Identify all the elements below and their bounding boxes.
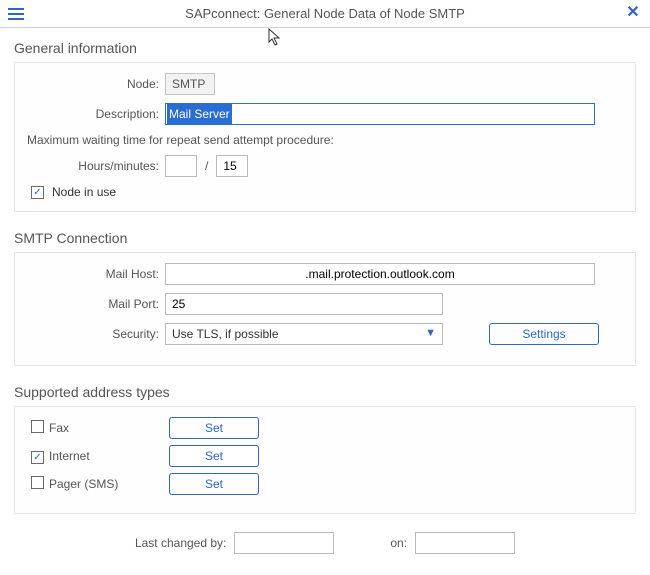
security-value: Use TLS, if possible [172,327,279,341]
fax-set-button[interactable]: Set [169,417,259,439]
title-bar: SAPconnect: General Node Data of Node SM… [0,0,650,28]
address-types-panel: Fax Set ✓ Internet Set Pager (SMS) Set [14,406,636,514]
internet-set-button[interactable]: Set [169,445,259,467]
pager-set-button[interactable]: Set [169,473,259,495]
content-area: General information Node: SMTP Descripti… [0,28,650,562]
description-label: Description: [25,107,165,121]
security-select[interactable]: Use TLS, if possible ▼ [165,323,443,345]
node-value: SMTP [165,73,215,95]
pager-checkbox[interactable] [31,476,44,489]
security-label: Security: [25,327,165,341]
last-changed-on-label: on: [390,536,407,550]
mail-port-input[interactable] [165,293,443,315]
description-input[interactable]: Mail Server [165,103,595,125]
time-separator: / [203,159,210,173]
last-changed-by-label: Last changed by: [135,536,226,550]
last-changed-row: Last changed by: on: [14,532,636,554]
internet-label: Internet [49,449,159,463]
node-label: Node: [25,77,165,91]
hours-minutes-label: Hours/minutes: [25,159,165,173]
mail-host-label: Mail Host: [25,267,165,281]
hours-input[interactable] [165,155,197,177]
last-changed-by-input[interactable] [234,532,334,554]
addr-row-internet: ✓ Internet Set [25,445,625,467]
description-value: Mail Server [167,104,232,124]
smtp-section-title: SMTP Connection [14,230,636,246]
general-section-title: General information [14,40,636,56]
last-changed-on-input[interactable] [415,532,515,554]
chevron-down-icon: ▼ [425,327,436,339]
fax-checkbox[interactable] [31,420,44,433]
address-types-section-title: Supported address types [14,384,636,400]
node-in-use-label: Node in use [52,185,116,199]
pager-label: Pager (SMS) [49,477,159,491]
mail-port-label: Mail Port: [25,297,165,311]
menu-icon[interactable] [8,5,26,23]
addr-row-fax: Fax Set [25,417,625,439]
mail-host-input[interactable] [165,263,595,285]
waiting-time-info: Maximum waiting time for repeat send att… [27,133,625,147]
settings-button[interactable]: Settings [489,323,599,345]
minutes-input[interactable] [216,155,248,177]
node-in-use-checkbox[interactable]: ✓ [31,186,44,199]
window-title: SAPconnect: General Node Data of Node SM… [0,6,650,21]
close-icon[interactable]: ✕ [624,5,642,23]
addr-row-pager: Pager (SMS) Set [25,473,625,495]
smtp-panel: Mail Host: Mail Port: Security: Use TLS,… [14,252,636,366]
fax-label: Fax [49,421,159,435]
internet-checkbox[interactable]: ✓ [31,451,44,464]
general-panel: Node: SMTP Description: Mail Server Maxi… [14,62,636,212]
